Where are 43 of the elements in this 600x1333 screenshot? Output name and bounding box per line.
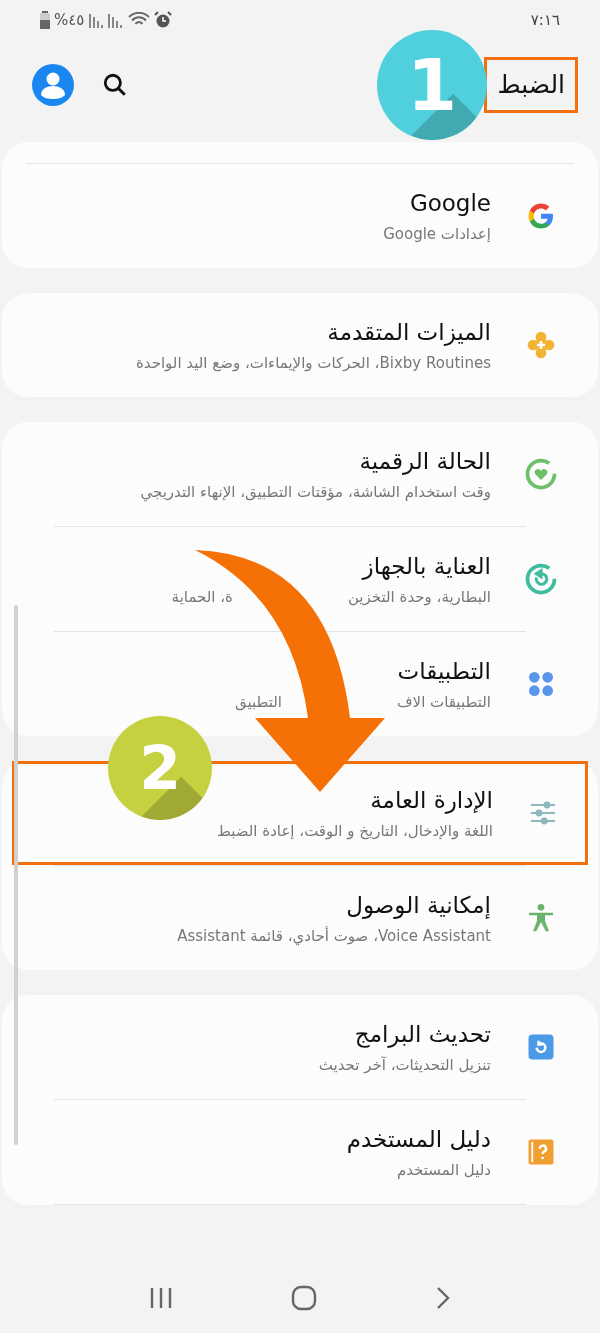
refresh-circle-icon <box>523 561 559 597</box>
item-subtitle: البطارية، وحدة التخزين <box>347 587 491 608</box>
item-title: الميزات المتقدمة <box>326 318 491 348</box>
item-subtitle: دليل المستخدم <box>395 1160 491 1181</box>
item-title: الحالة الرقمية <box>358 447 491 477</box>
item-title: الإدارة العامة <box>369 786 493 816</box>
item-title: إمكانية الوصول <box>345 891 491 921</box>
settings-item[interactable]: دليل المستخدم دليل المستخدم <box>14 1100 586 1204</box>
item-title: التطبيقات <box>396 657 491 686</box>
item-subtitle: تنزيل التحديثات، آخر تحديث <box>318 1055 491 1076</box>
item-subtitle: Bixby Routines، الحركات والإيماءات، وضع اليد الواحدة <box>135 353 491 374</box>
update-icon <box>526 1032 556 1062</box>
item-subtitle: ة، الحماية <box>171 587 233 608</box>
item-subtitle: التطبيق <box>234 692 283 713</box>
flower-icon <box>525 329 557 361</box>
settings-item[interactable]: تحديث البرامج تنزيل التحديثات، آخر تحديث <box>14 995 586 1099</box>
status-time: ٧:١٦ <box>530 9 560 31</box>
battery-level: %٤٥ <box>54 9 85 31</box>
settings-item[interactable]: الميزات المتقدمة Bixby Routines، الحركات والإيماءات، وضع اليد الواحدة <box>14 293 586 397</box>
search-icon[interactable] <box>102 72 128 98</box>
alarm-icon <box>154 11 173 29</box>
item-title: العناية بالجهاز <box>360 552 491 582</box>
item-title: تحديث البرامج <box>353 1020 491 1050</box>
profile-avatar-icon[interactable] <box>32 64 74 106</box>
back-icon[interactable] <box>435 1285 451 1311</box>
settings-item[interactable]: الحالة الرقمية وقت استخدام الشاشة، مؤقتات التطبيق، الإنهاء التدريجي <box>14 422 586 526</box>
item-subtitle: وقت استخدام الشاشة، مؤقتات التطبيق، الإنهاء التدريجي <box>140 482 491 503</box>
item-subtitle: التطبيقات الاف <box>397 692 491 713</box>
home-icon[interactable] <box>291 1285 317 1311</box>
settings-item[interactable]: العناية بالجهاز البطارية، وحدة التخزين ة، الحماية <box>14 527 586 631</box>
heart-circle-icon <box>523 456 559 492</box>
item-subtitle: اللغة والإدخال، التاريخ و الوقت، إعادة الضبط <box>217 821 493 842</box>
google-icon <box>526 201 556 231</box>
item-title: Google <box>408 189 491 218</box>
signal-icon <box>88 12 125 28</box>
item-subtitle: إعدادات Google <box>383 224 491 245</box>
step-badge: 1 <box>377 30 487 140</box>
item-subtitle: Voice Assistant، صوت أحادي، قائمة Assistant <box>177 925 491 947</box>
item-title: دليل المستخدم <box>346 1125 491 1155</box>
recents-icon[interactable] <box>149 1286 173 1310</box>
manual-icon <box>526 1137 556 1167</box>
battery-icon <box>40 11 50 29</box>
settings-item[interactable]: إمكانية الوصول Voice Assistant، صوت أحادي، قائمة Assistant <box>14 866 586 970</box>
